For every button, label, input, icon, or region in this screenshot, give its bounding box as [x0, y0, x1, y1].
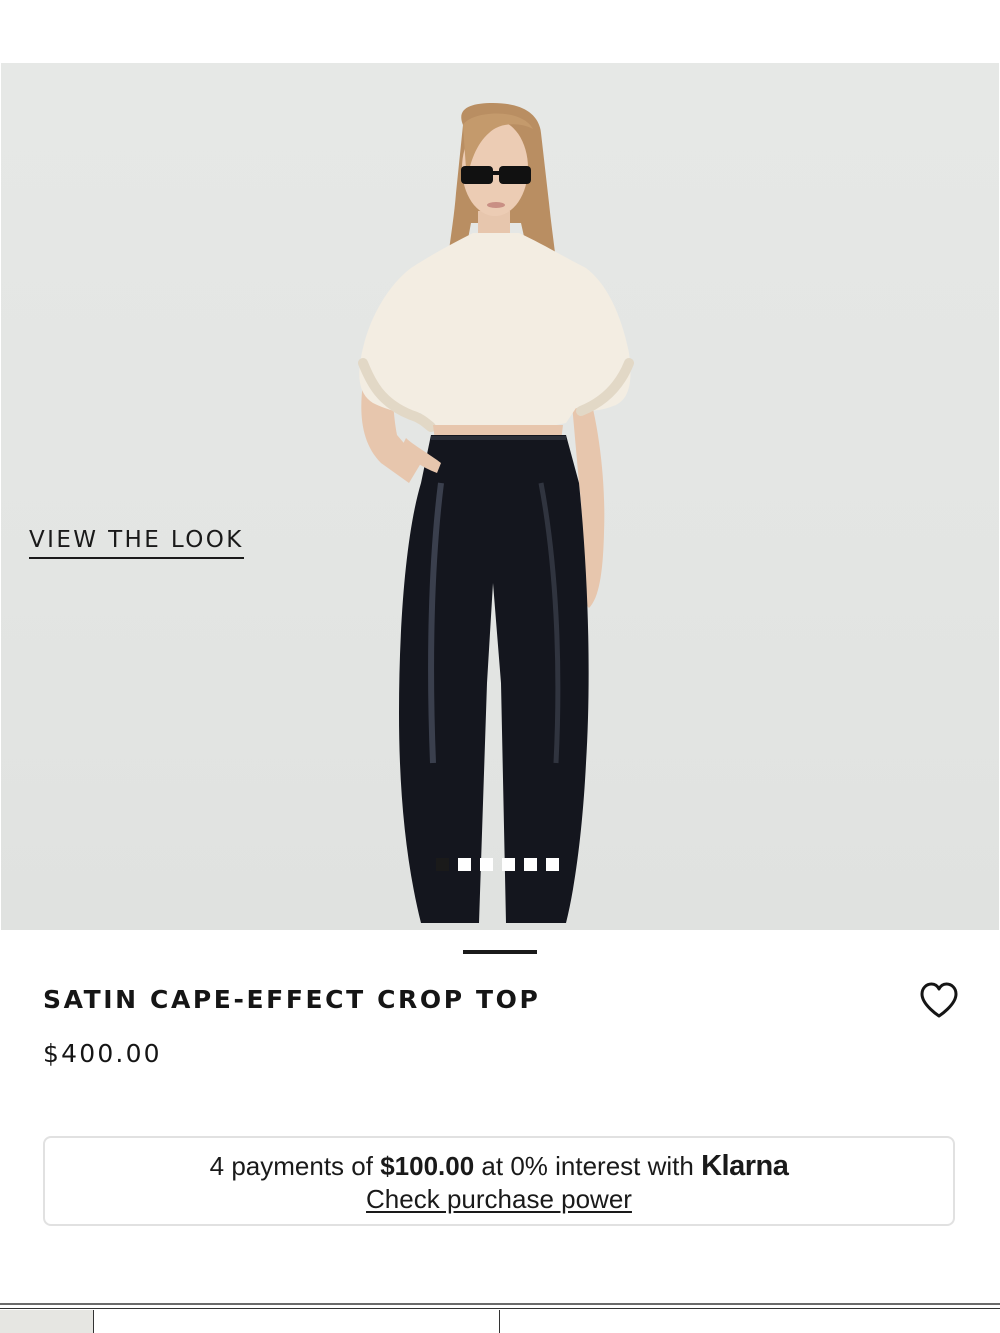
heart-outline-icon — [920, 982, 958, 1018]
klarna-payment-box: 4 payments of $100.00 at 0% interest wit… — [43, 1136, 955, 1226]
product-image-carousel[interactable]: VIEW THE LOOK — [1, 63, 999, 930]
bottom-column-divider — [499, 1310, 500, 1333]
carousel-dot[interactable] — [524, 858, 537, 871]
view-the-look-link[interactable]: VIEW THE LOOK — [29, 527, 244, 559]
bottom-section — [0, 1308, 1000, 1333]
check-purchase-power-link[interactable]: Check purchase power — [366, 1184, 632, 1214]
carousel-dot[interactable] — [502, 858, 515, 871]
wishlist-button[interactable] — [918, 980, 960, 1022]
carousel-indicator — [436, 858, 559, 871]
carousel-dot[interactable] — [480, 858, 493, 871]
carousel-dot[interactable] — [436, 858, 449, 871]
product-price: $400.00 — [43, 1039, 162, 1068]
product-photo — [358, 103, 634, 923]
klarna-prefix: 4 payments of — [209, 1151, 381, 1181]
klarna-message: 4 payments of $100.00 at 0% interest wit… — [45, 1150, 953, 1182]
product-title: SATIN CAPE-EFFECT CROP TOP — [43, 985, 541, 1014]
color-swatch-thumbnail[interactable] — [0, 1310, 94, 1333]
klarna-installment-amount: $100.00 — [380, 1151, 475, 1181]
klarna-middle: at 0% interest with — [474, 1151, 702, 1181]
sheet-drag-handle[interactable] — [463, 950, 537, 954]
carousel-dot[interactable] — [458, 858, 471, 871]
section-divider — [0, 1303, 1000, 1305]
klarna-logo: Klarna — [701, 1150, 789, 1182]
product-page: VIEW THE LOOK SATIN CAPE-EFFECT CROP TOP… — [0, 0, 1000, 1333]
carousel-dot[interactable] — [546, 858, 559, 871]
